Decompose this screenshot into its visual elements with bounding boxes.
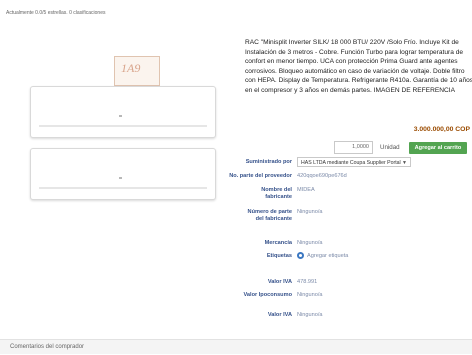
brand-value: Ninguno/a [297,240,323,246]
add-to-cart-row: 1,0000 Unidad Agregar al carrito [334,141,468,154]
product-box-logo: 1A9 [114,56,160,86]
chevron-down-icon: ▼ [402,160,407,166]
iva-value: 478.991 [297,279,318,285]
mfr-part-label: Número de parte del fabricante [247,209,292,223]
product-image: 1A9 [22,50,216,240]
ipoconsumo-label: Valor Ipoconsumo [243,292,293,298]
iva-label: Valor IVA [267,279,292,285]
part-no-value: 420qqoe690pe676d [297,173,347,179]
box-logo-text: 1A9 [121,61,141,75]
supplier-select[interactable]: HAS LTDA mediante Coupa Supplier Portal … [297,157,411,167]
indoor-unit-bottom [30,148,216,200]
supplier-select-value: HAS LTDA mediante Coupa Supplier Portal [301,160,401,166]
quantity-input[interactable]: 1,0000 [334,141,373,154]
ipoconsumo-value: Ninguno/a [297,292,323,298]
iva2-label: Valor IVA [267,312,292,318]
add-to-cart-button[interactable]: Agregar al carrito [408,141,468,154]
unit-label: Unidad [380,144,400,151]
iva2-value: Ninguno/a [297,312,323,318]
add-tag-text: Agregar etiqueta [307,252,349,259]
product-price: 3.000.000,00 COP [413,126,470,133]
supplied-by-label: Suministrado por [245,159,292,165]
mfr-part-value: Ninguno/a [297,209,323,215]
brand-label: Mercancía [264,240,292,246]
add-tag-link[interactable]: Agregar etiqueta [297,252,348,260]
rating-text: Actualmente 0.0/5 estrellas. 0 clasifica… [6,10,106,16]
manufacturer-label: Nombre del fabricante [261,187,292,201]
product-description: RAC "Minisplit Inverter SILK/ 18 000 BTU… [245,39,472,94]
indoor-unit-top [30,86,216,138]
tag-icon [297,252,304,259]
buyer-comments-header[interactable]: Comentarios del comprador [0,339,472,354]
tags-label: Etiquetas [266,253,292,259]
part-no-label: No. parte del proveedor [229,173,292,179]
manufacturer-value: MIDEA [297,187,315,193]
